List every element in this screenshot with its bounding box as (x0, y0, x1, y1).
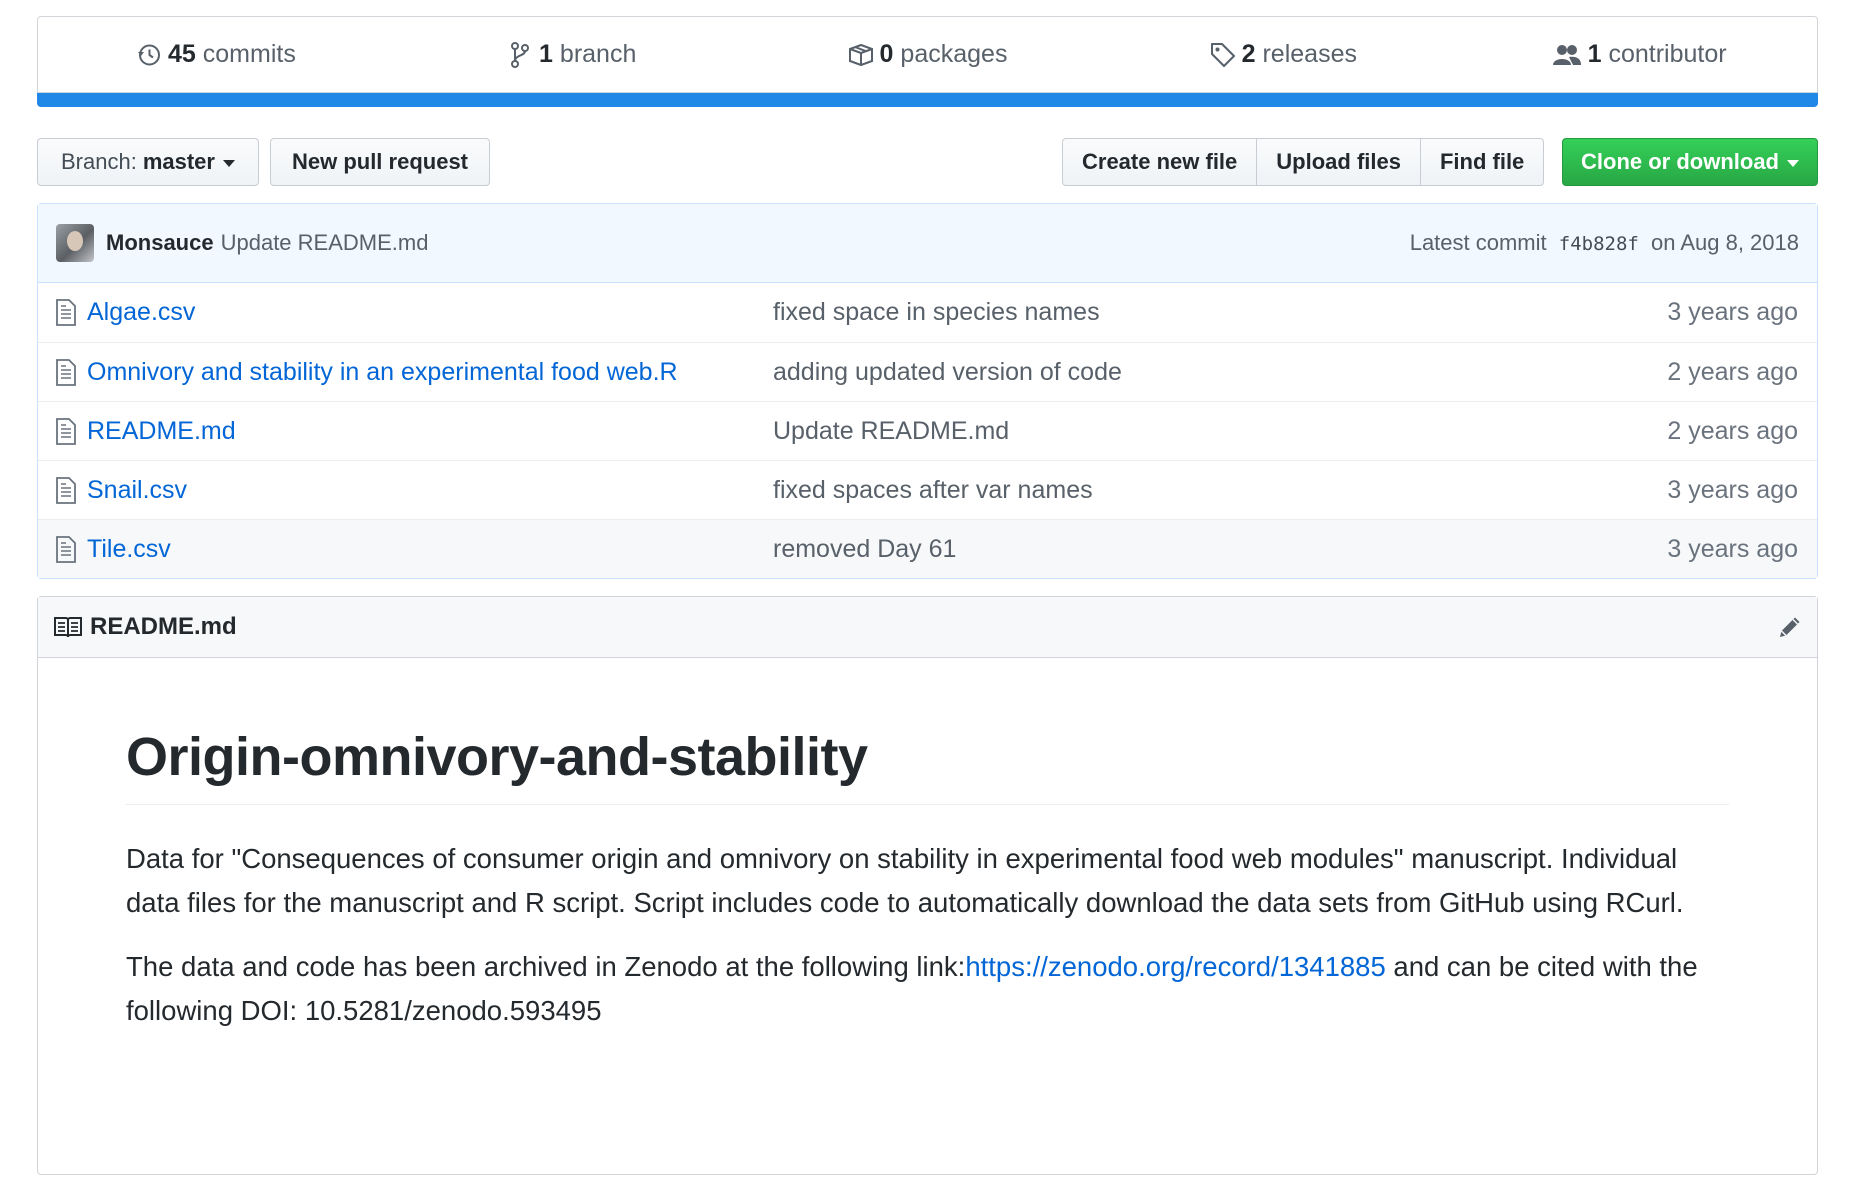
packages-label: packages (900, 40, 1008, 68)
caret-down-icon (222, 159, 235, 167)
releases-label: releases (1262, 40, 1357, 68)
readme-paragraph-archive: The data and code has been archived in Z… (126, 945, 1729, 1033)
file-icon (56, 417, 76, 445)
branches-label: branch (559, 40, 637, 68)
package-icon (848, 42, 874, 68)
contributors-count: 1 (1587, 40, 1602, 68)
commits-count: 45 (167, 40, 196, 68)
pencil-icon[interactable] (1777, 614, 1803, 640)
branch-select-button[interactable]: Branch: master (37, 138, 259, 186)
file-icon (56, 358, 76, 386)
caret-down-icon (1787, 159, 1799, 167)
file-commit-message-link[interactable]: removed Day 61 (773, 535, 1667, 564)
file-commit-message-link[interactable]: fixed spaces after var names (773, 476, 1667, 505)
file-commit-message-link[interactable]: adding updated version of code (773, 358, 1667, 387)
upload-files-button[interactable]: Upload files (1257, 139, 1421, 185)
create-new-file-button[interactable]: Create new file (1063, 139, 1258, 185)
branches-link[interactable]: 1 branch (394, 17, 750, 92)
people-icon (1552, 42, 1582, 68)
packages-count: 0 (879, 40, 894, 68)
file-navigation: Branch: master New pull request Create n… (37, 138, 1818, 186)
archive-text: The data and code has been archived in Z… (126, 951, 966, 983)
avatar[interactable] (56, 224, 94, 262)
file-age: 2 years ago (1667, 357, 1798, 386)
git-branch-icon (507, 41, 533, 68)
readme-header: README.md (38, 597, 1817, 658)
find-file-button[interactable]: Find file (1421, 139, 1543, 185)
contributors-link[interactable]: 1 contributor (1461, 17, 1817, 92)
releases-link[interactable]: 2 releases (1105, 17, 1461, 92)
file-name-link[interactable]: Tile.csv (87, 535, 773, 564)
numbers-summary: 45 commits 1 branch 0 packages 2 release… (37, 16, 1818, 93)
commits-link[interactable]: 45 commits (38, 17, 394, 92)
readme-box: README.md Origin-omnivory-and-stability … (37, 596, 1818, 1175)
history-icon (136, 42, 162, 68)
latest-commit-prefix: Latest commit (1409, 230, 1547, 255)
file-name-link[interactable]: Omnivory and stability in an experimenta… (87, 358, 773, 387)
commit-message-link[interactable]: Update README.md (221, 230, 429, 256)
branch-name: master (142, 149, 215, 174)
readme-title: Origin-omnivory-and-stability (126, 726, 1729, 806)
file-age: 2 years ago (1667, 416, 1798, 445)
book-icon (54, 617, 82, 638)
file-age: 3 years ago (1667, 534, 1798, 563)
branch-prefix: Branch: (61, 149, 137, 174)
file-name-link[interactable]: Snail.csv (87, 476, 773, 505)
commit-date: on Aug 8, 2018 (1650, 230, 1799, 255)
table-row: Algae.csv fixed space in species names 3… (38, 283, 1817, 342)
contributors-label: contributor (1608, 40, 1727, 68)
repository-content: 45 commits 1 branch 0 packages 2 release… (37, 16, 1818, 1175)
file-rows: Algae.csv fixed space in species names 3… (38, 283, 1817, 578)
file-age: 3 years ago (1667, 298, 1798, 326)
file-icon (56, 476, 76, 504)
file-age: 3 years ago (1667, 475, 1798, 504)
latest-commit-bar: Monsauce Update README.md Latest commit … (38, 204, 1817, 283)
clone-label: Clone or download (1581, 149, 1779, 174)
table-row: README.md Update README.md 2 years ago (38, 401, 1817, 460)
branches-count: 1 (539, 40, 553, 68)
latest-commit-info: Latest commit f4b828f on Aug 8, 2018 (1410, 230, 1799, 256)
commits-label: commits (202, 40, 296, 68)
file-name-link[interactable]: README.md (87, 417, 773, 446)
file-table: Monsauce Update README.md Latest commit … (37, 203, 1818, 579)
table-row: Omnivory and stability in an experimenta… (38, 342, 1817, 401)
commit-author-link[interactable]: Monsauce (106, 230, 214, 256)
table-row: Snail.csv fixed spaces after var names 3… (38, 460, 1817, 519)
language-bar[interactable] (37, 93, 1818, 107)
file-actions-group: Create new file Upload files Find file (1062, 138, 1545, 186)
packages-link[interactable]: 0 packages (750, 17, 1106, 92)
commit-sha-link[interactable]: f4b828f (1559, 233, 1639, 255)
file-commit-message-link[interactable]: Update README.md (773, 417, 1667, 446)
file-icon (56, 299, 76, 326)
clone-or-download-button[interactable]: Clone or download (1562, 138, 1818, 186)
file-name-link[interactable]: Algae.csv (87, 298, 773, 327)
readme-paragraph: Data for "Consequences of consumer origi… (126, 843, 1684, 919)
readme-filename: README.md (90, 613, 237, 640)
file-commit-message-link[interactable]: fixed space in species names (773, 298, 1667, 327)
new-pull-request-button[interactable]: New pull request (270, 138, 490, 186)
releases-count: 2 (1241, 40, 1256, 68)
tag-icon (1210, 42, 1236, 68)
file-icon (56, 535, 76, 563)
readme-content: Origin-omnivory-and-stability Data for "… (38, 658, 1817, 1033)
zenodo-link[interactable]: https://zenodo.org/record/1341885 (965, 951, 1385, 982)
table-row: Tile.csv removed Day 61 3 years ago (38, 519, 1817, 578)
